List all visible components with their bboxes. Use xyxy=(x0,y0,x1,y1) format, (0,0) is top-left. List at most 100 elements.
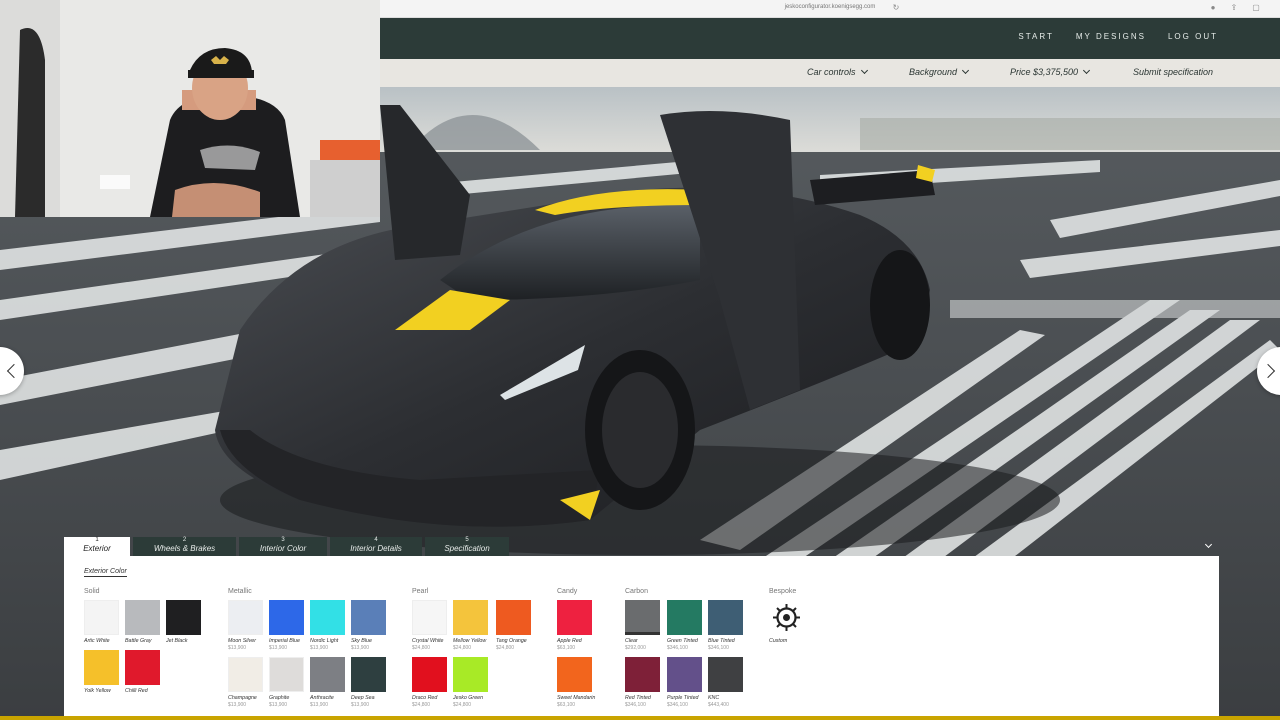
swatch-sky-blue[interactable] xyxy=(351,600,386,635)
swatch-price: $346,100 xyxy=(667,702,688,708)
swatch-price: $24,800 xyxy=(453,702,472,708)
swatch-red-tinted[interactable] xyxy=(625,657,660,692)
tab-interior-details[interactable]: 4 Interior Details xyxy=(330,537,422,556)
swatch-deep-sea[interactable] xyxy=(351,657,386,692)
swatch-artic-white[interactable] xyxy=(84,600,119,635)
tab-number: 2 xyxy=(182,537,187,543)
tab-specification[interactable]: 5 Specification xyxy=(425,537,509,556)
accent-stripe xyxy=(0,716,1280,720)
swatch-imperial-blue[interactable] xyxy=(269,600,304,635)
top-navigation: START MY DESIGNS LOG OUT xyxy=(1018,32,1218,41)
swatch-jesko-green[interactable] xyxy=(453,657,488,692)
swatch-label: Tang Orange xyxy=(496,638,527,644)
swatch-label: Green Tinted xyxy=(667,638,698,644)
configurator-tabs: 1 Exterior 2 Wheels & Brakes 3 Interior … xyxy=(64,537,512,556)
tab-label: Specification xyxy=(444,544,490,553)
tab-label: Exterior xyxy=(83,544,111,553)
swatch-label: KNC xyxy=(708,695,720,701)
swatch-custom[interactable] xyxy=(769,600,804,635)
swatch-price: $63,100 xyxy=(557,645,576,651)
account-icon[interactable]: ● xyxy=(1209,4,1217,12)
tab-number: 3 xyxy=(281,537,285,543)
swatch-blue-tinted[interactable] xyxy=(708,600,743,635)
background-dropdown[interactable]: Background xyxy=(909,66,970,77)
share-icon[interactable]: ⇪ xyxy=(1230,4,1238,12)
chevron-down-icon xyxy=(860,66,868,75)
swatch-moon-silver[interactable] xyxy=(228,600,263,635)
options-panel: Exterior Color Solid Metallic Pearl Cand… xyxy=(64,556,1219,720)
swatch-price: $13,900 xyxy=(269,645,288,651)
swatch-apple-red[interactable] xyxy=(557,600,592,635)
window-icon[interactable]: ▢ xyxy=(1252,4,1260,12)
swatch-label: Jet Black xyxy=(166,638,188,644)
group-carbon-label: Carbon xyxy=(625,588,648,595)
tab-label: Interior Details xyxy=(350,544,402,553)
swatch-mellow-yellow[interactable] xyxy=(453,600,488,635)
collapse-panel-button[interactable] xyxy=(1204,540,1214,551)
swatch-label: Sweet Mandarin xyxy=(557,695,596,701)
swatch-chilli-red[interactable] xyxy=(125,650,160,685)
swatch-yolk-yellow[interactable] xyxy=(84,650,119,685)
group-pearl-label: Pearl xyxy=(412,588,429,595)
swatch-label: Sky Blue xyxy=(351,638,372,644)
car-controls-label: Car controls xyxy=(807,67,856,77)
presenter-video xyxy=(0,0,380,217)
swatch-label: Graphite xyxy=(269,695,290,701)
swatch-anthracite[interactable] xyxy=(310,657,345,692)
group-candy-label: Candy xyxy=(557,588,578,595)
swatch-price: $346,100 xyxy=(708,645,729,651)
swatch-sweet-mandarin[interactable] xyxy=(557,657,592,692)
swatch-price: $13,900 xyxy=(269,702,288,708)
subtab-exterior-color[interactable]: Exterior Color xyxy=(84,568,127,577)
swatch-label: Mellow Yellow xyxy=(453,638,487,644)
tab-wheels-brakes[interactable]: 2 Wheels & Brakes xyxy=(133,537,236,556)
group-bespoke-label: Bespoke xyxy=(769,588,797,595)
swatch-label: Chilli Red xyxy=(125,688,148,694)
swatch-label: Clear xyxy=(625,638,638,644)
car-controls-dropdown[interactable]: Car controls xyxy=(807,66,868,77)
swatch-clear-selected[interactable] xyxy=(625,600,660,635)
swatch-nordic-light[interactable] xyxy=(310,600,345,635)
tab-number: 4 xyxy=(374,537,378,543)
url-text[interactable]: jeskoconfigurator.koenigsegg.com xyxy=(380,4,1280,10)
swatch-price: $13,900 xyxy=(228,702,247,708)
swatch-label: Nordic Light xyxy=(310,638,339,644)
swatch-label: Apple Red xyxy=(557,638,582,644)
nav-start-link[interactable]: START xyxy=(1018,32,1053,41)
swatch-label: Purple Tinted xyxy=(667,695,699,701)
submit-specification-link[interactable]: Submit specification xyxy=(1133,67,1213,77)
swatch-tang-orange[interactable] xyxy=(496,600,531,635)
swatch-jet-black[interactable] xyxy=(166,600,201,635)
nav-my-designs-link[interactable]: MY DESIGNS xyxy=(1076,32,1146,41)
swatch-knc[interactable] xyxy=(708,657,743,692)
tab-label: Wheels & Brakes xyxy=(153,544,216,553)
webcam-overlay xyxy=(0,0,380,217)
chevron-right-icon xyxy=(1260,363,1276,379)
swatch-price: $24,800 xyxy=(412,702,431,708)
swatch-label: Moon Silver xyxy=(228,638,256,644)
swatch-purple-tinted[interactable] xyxy=(667,657,702,692)
price-dropdown[interactable]: Price $3,375,500 xyxy=(1010,66,1091,77)
swatch-champagne[interactable] xyxy=(228,657,263,692)
swatch-price: $13,900 xyxy=(310,702,329,708)
exterior-subtabs: Exterior Color xyxy=(84,568,127,577)
swatch-crystal-white[interactable] xyxy=(412,600,447,635)
background-label: Background xyxy=(909,67,958,77)
tab-exterior[interactable]: 1 Exterior xyxy=(64,537,130,556)
swatch-draco-red[interactable] xyxy=(412,657,447,692)
reload-icon[interactable]: ↻ xyxy=(892,4,900,12)
site-header: START MY DESIGNS LOG OUT xyxy=(380,18,1280,59)
swatch-green-tinted[interactable] xyxy=(667,600,702,635)
swatch-price: $24,800 xyxy=(453,645,472,651)
swatch-battle-gray[interactable] xyxy=(125,600,160,635)
group-metallic-label: Metallic xyxy=(228,588,252,595)
swatch-label: Blue Tinted xyxy=(708,638,735,644)
swatch-label: Imperial Blue xyxy=(269,638,300,644)
swatch-price: $13,900 xyxy=(228,645,247,651)
price-label: Price $3,375,500 xyxy=(1010,67,1079,77)
chevron-down-icon xyxy=(1204,540,1213,549)
swatch-price: $13,900 xyxy=(351,702,370,708)
tab-interior-color[interactable]: 3 Interior Color xyxy=(239,537,327,556)
nav-logout-link[interactable]: LOG OUT xyxy=(1168,32,1218,41)
swatch-graphite[interactable] xyxy=(269,657,304,692)
